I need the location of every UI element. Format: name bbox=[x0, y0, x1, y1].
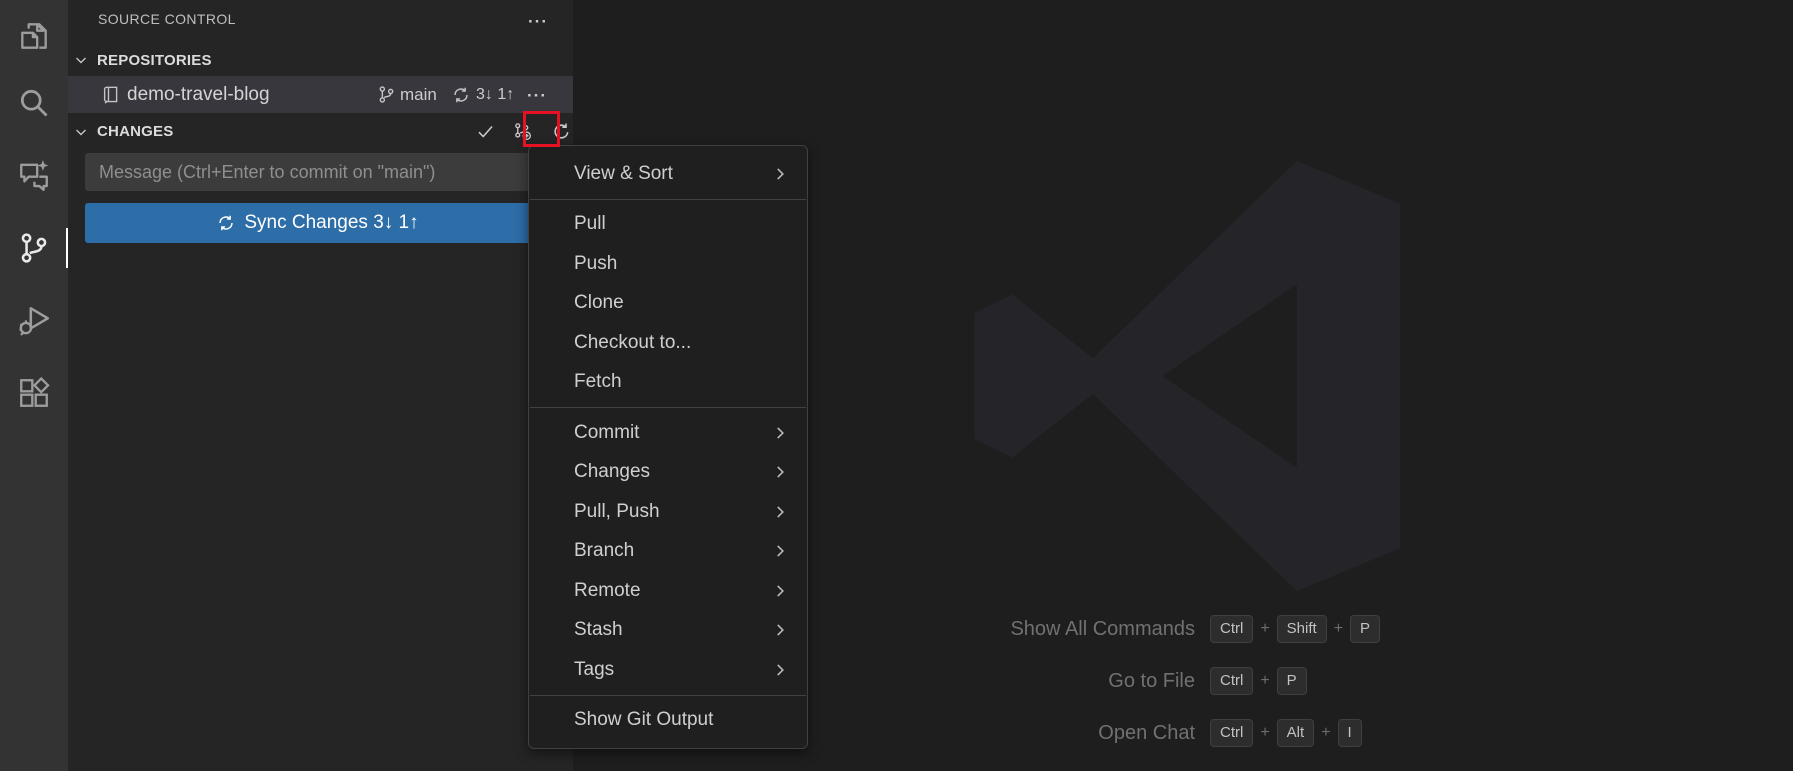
plus-sign: + bbox=[1260, 620, 1270, 637]
key-cap: Ctrl bbox=[1210, 615, 1254, 643]
key-cap: P bbox=[1350, 615, 1381, 643]
activity-item-extensions[interactable] bbox=[0, 363, 68, 423]
menu-item-changes[interactable]: Changes bbox=[529, 453, 807, 493]
menu-separator bbox=[530, 407, 806, 408]
menu-separator bbox=[530, 198, 806, 200]
menu-item-view-sort[interactable]: View & Sort bbox=[529, 154, 807, 194]
activity-item-explorer[interactable] bbox=[0, 6, 68, 66]
chevron-right-icon bbox=[771, 661, 789, 679]
menu-item-remote[interactable]: Remote bbox=[529, 571, 807, 611]
commit-message-input[interactable] bbox=[85, 153, 551, 191]
check-icon bbox=[476, 122, 495, 141]
activity-item-source-control[interactable] bbox=[0, 218, 68, 278]
chevron-right-icon bbox=[771, 542, 789, 560]
chevron-down-icon bbox=[73, 124, 89, 140]
plus-sign: + bbox=[1260, 672, 1270, 689]
menu-separator bbox=[530, 694, 806, 696]
create-branch-button[interactable] bbox=[508, 117, 536, 145]
chevron-right-icon bbox=[771, 503, 789, 521]
chevron-right-icon bbox=[771, 165, 789, 183]
repositories-section-header[interactable]: REPOSITORIES bbox=[68, 44, 573, 76]
sync-counts: 3↓ 1↑ bbox=[476, 85, 515, 103]
git-branch-icon bbox=[17, 231, 51, 265]
vscode-logo-watermark bbox=[963, 152, 1411, 600]
menu-item-tags[interactable]: Tags bbox=[529, 650, 807, 690]
key-cap: P bbox=[1276, 667, 1307, 695]
source-control-context-menu: View & Sort Pull Push Clone Checkout to.… bbox=[528, 145, 808, 749]
vscode-window: SOURCE CONTROL ··· REPOSITORIES demo-tra… bbox=[0, 0, 1793, 771]
menu-item-pull-push[interactable]: Pull, Push bbox=[529, 492, 807, 532]
plus-sign: + bbox=[1260, 724, 1270, 741]
chevron-right-icon bbox=[771, 424, 789, 442]
chevron-down-icon bbox=[73, 52, 89, 68]
activity-bar bbox=[0, 0, 68, 771]
plus-sign: + bbox=[1321, 724, 1331, 741]
chevron-right-icon bbox=[771, 463, 789, 481]
chevron-right-icon bbox=[771, 621, 789, 639]
repository-name: demo-travel-blog bbox=[127, 83, 270, 105]
chat-sparkle-icon bbox=[17, 158, 51, 192]
repository-row[interactable]: demo-travel-blog main 3↓ 1↑ ··· bbox=[68, 76, 573, 113]
repository-more-actions-button[interactable]: ··· bbox=[523, 81, 551, 109]
plus-sign: + bbox=[1333, 620, 1344, 637]
ellipsis-icon: ··· bbox=[527, 85, 547, 105]
branch-plus-icon bbox=[513, 122, 532, 141]
menu-item-fetch[interactable]: Fetch bbox=[529, 363, 807, 403]
sync-icon bbox=[217, 214, 235, 232]
menu-item-branch[interactable]: Branch bbox=[529, 532, 807, 572]
commit-button[interactable] bbox=[471, 117, 499, 145]
key-cap: Alt bbox=[1276, 719, 1315, 747]
shortcut-keys: Ctrl + Alt + I bbox=[1210, 719, 1362, 747]
activity-item-run-debug[interactable] bbox=[0, 290, 68, 350]
activity-item-search[interactable] bbox=[0, 73, 68, 133]
shortcut-keys: Ctrl + Shift + P bbox=[1210, 615, 1381, 643]
menu-item-push[interactable]: Push bbox=[529, 244, 807, 284]
repositories-section-label: REPOSITORIES bbox=[97, 51, 212, 69]
panel-title: SOURCE CONTROL bbox=[98, 11, 236, 27]
shortcut-keys: Ctrl + P bbox=[1210, 667, 1307, 695]
panel-more-actions-button[interactable]: ··· bbox=[524, 7, 552, 35]
changes-section-label: CHANGES bbox=[97, 123, 174, 140]
git-branch-icon bbox=[377, 85, 396, 104]
refresh-icon bbox=[552, 122, 571, 141]
repo-icon bbox=[101, 85, 121, 105]
menu-item-stash[interactable]: Stash bbox=[529, 611, 807, 651]
refresh-button[interactable] bbox=[547, 117, 575, 145]
files-icon bbox=[17, 19, 51, 53]
menu-item-clone[interactable]: Clone bbox=[529, 284, 807, 324]
activity-item-chat[interactable] bbox=[0, 145, 68, 205]
search-icon bbox=[17, 86, 51, 120]
menu-item-checkout-to[interactable]: Checkout to... bbox=[529, 323, 807, 363]
extensions-icon bbox=[17, 376, 51, 410]
key-cap: Ctrl bbox=[1210, 719, 1254, 747]
ellipsis-icon: ··· bbox=[528, 11, 548, 31]
chevron-right-icon bbox=[771, 582, 789, 600]
sync-icon[interactable] bbox=[452, 86, 470, 104]
branch-name[interactable]: main bbox=[400, 85, 437, 105]
sync-changes-button[interactable]: Sync Changes 3↓ 1↑ bbox=[85, 203, 551, 243]
key-cap: I bbox=[1337, 719, 1362, 747]
key-cap: Shift bbox=[1276, 615, 1327, 643]
menu-item-show-git-output[interactable]: Show Git Output bbox=[529, 701, 807, 741]
sync-changes-label: Sync Changes 3↓ 1↑ bbox=[244, 212, 419, 233]
key-cap: Ctrl bbox=[1210, 667, 1254, 695]
debug-icon bbox=[17, 303, 51, 337]
menu-item-pull[interactable]: Pull bbox=[529, 205, 807, 245]
menu-item-commit[interactable]: Commit bbox=[529, 413, 807, 453]
source-control-sidebar: SOURCE CONTROL ··· REPOSITORIES demo-tra… bbox=[68, 0, 600, 771]
